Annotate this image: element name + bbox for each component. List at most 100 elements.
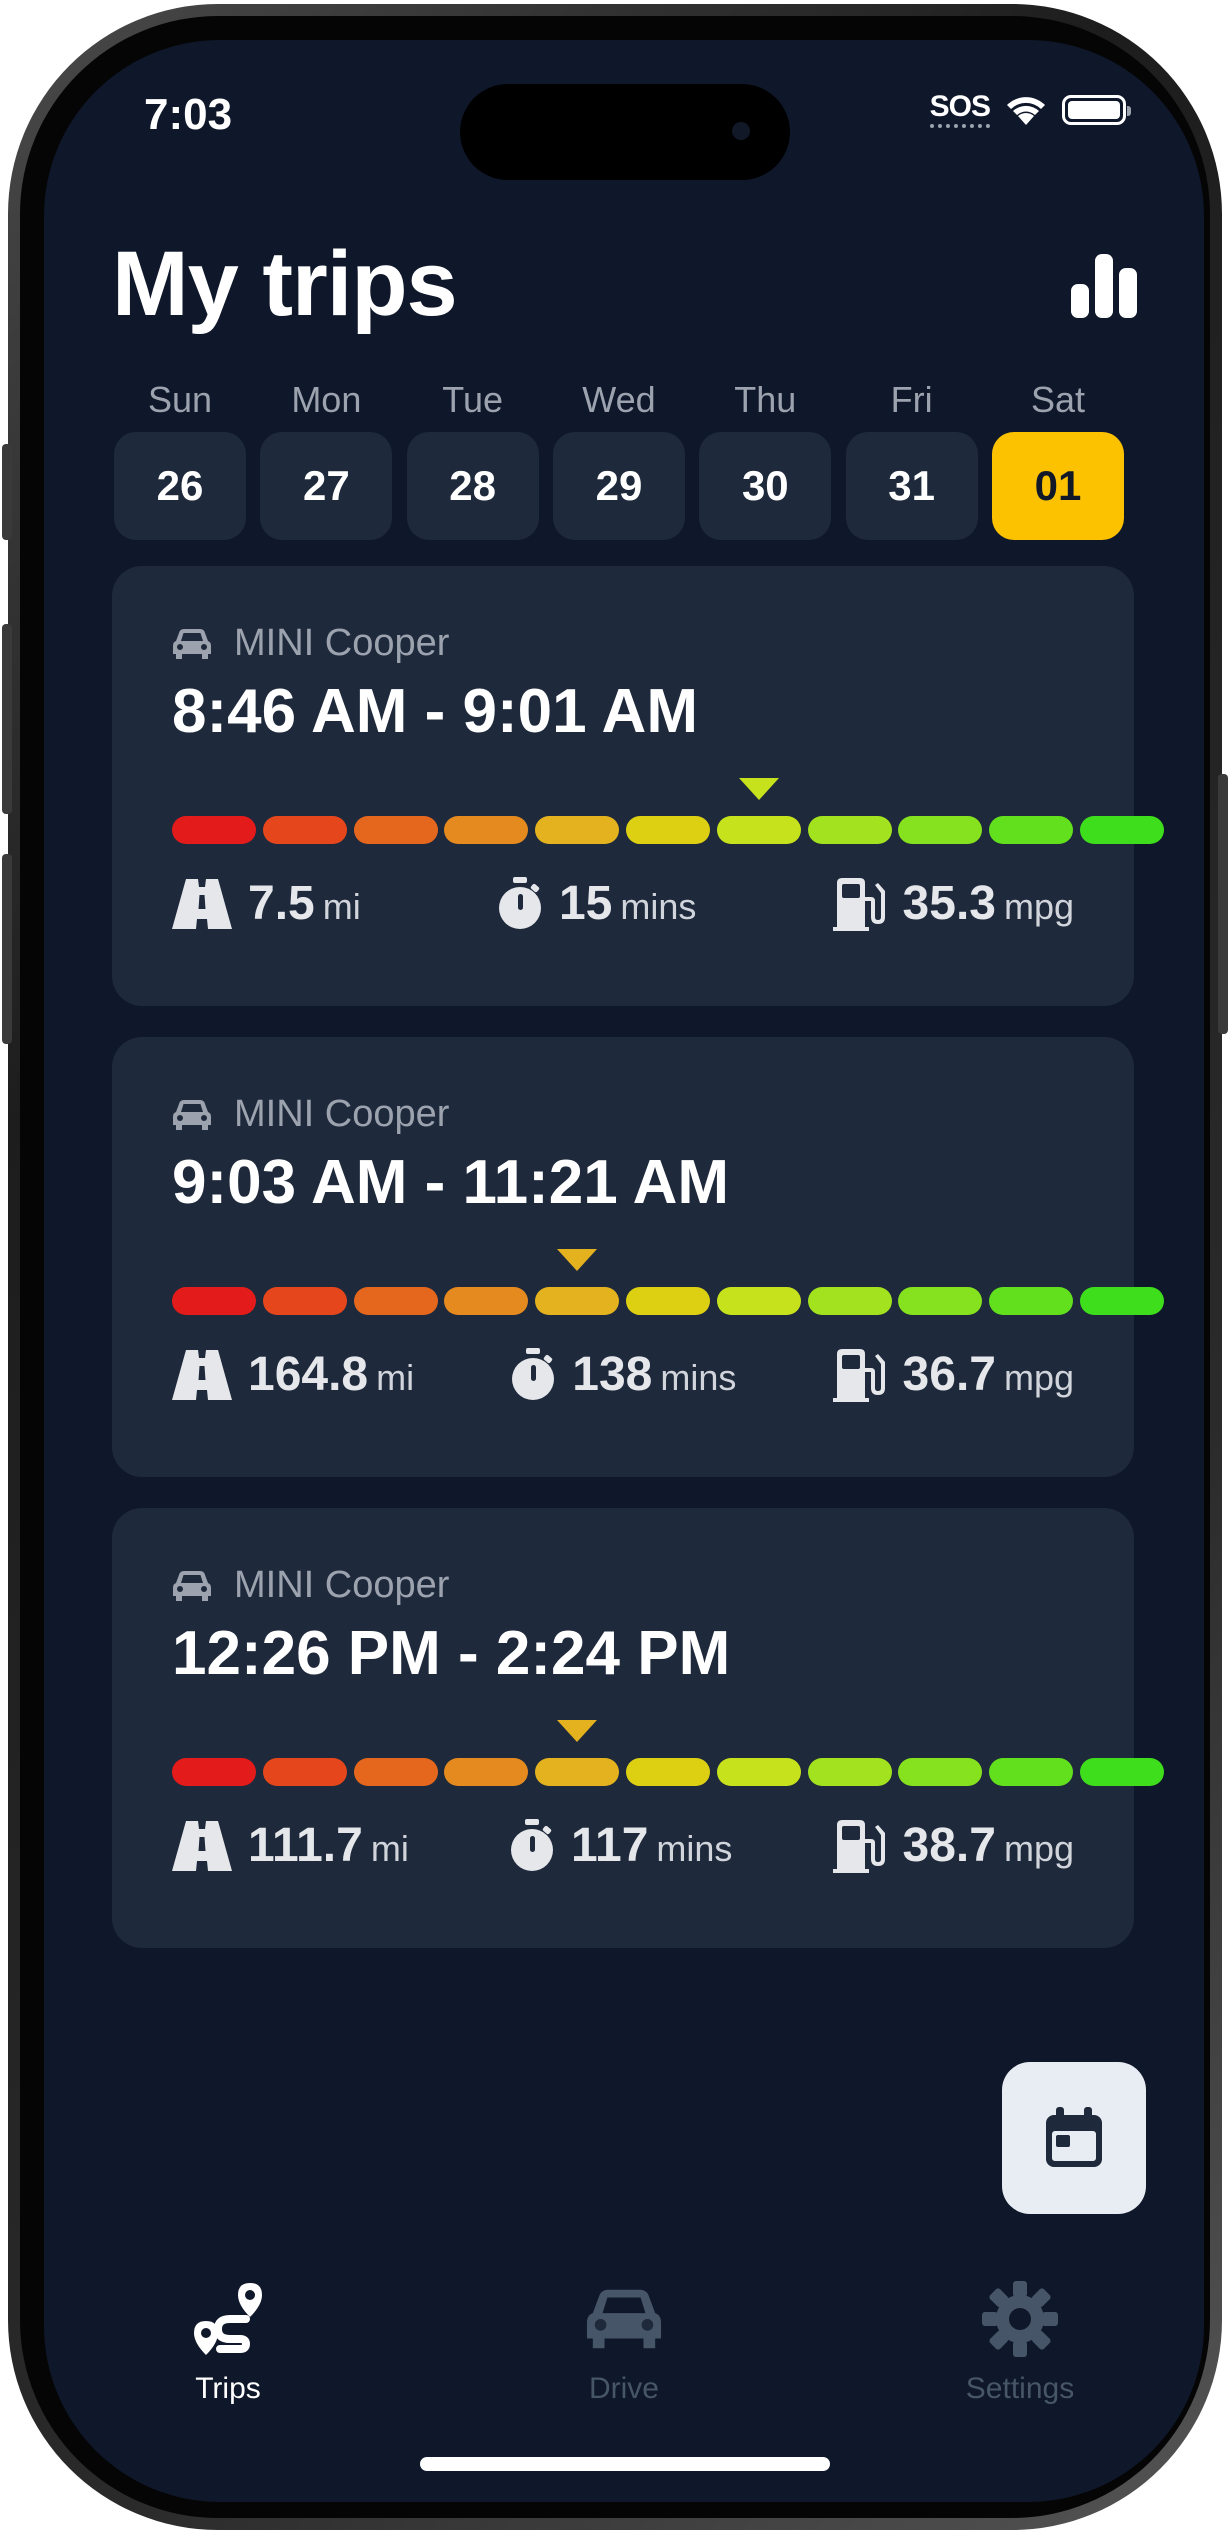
day-date[interactable]: 28 [406, 432, 539, 540]
duration-unit: mins [656, 1828, 733, 1869]
economy-unit: mpg [1003, 886, 1074, 927]
day-sun[interactable]: Sun 26 [114, 376, 246, 540]
distance-unit: mi [322, 886, 361, 927]
stopwatch-icon [509, 1818, 555, 1873]
trip-card[interactable]: MINI Cooper 9:03 AM - 11:21 AM 164.8 mi 138 m… [112, 1037, 1164, 1477]
efficiency-gauge [172, 1249, 1164, 1317]
gear-icon [982, 2280, 1058, 2358]
distance-metric: 164.8 mi [172, 1347, 414, 1402]
page-title: My trips [112, 233, 458, 335]
distance-value: 164.8 [248, 1348, 369, 1401]
stopwatch-icon [497, 876, 543, 931]
efficiency-segment [989, 1287, 1074, 1315]
economy-metric: 38.7 mpg [832, 1818, 1074, 1873]
trip-metrics: 164.8 mi 138 mins 36.7 mpg [172, 1347, 1074, 1402]
vehicle-row: MINI Cooper [172, 1093, 449, 1136]
efficiency-segment [898, 1758, 983, 1786]
trip-card[interactable]: MINI Cooper 8:46 AM - 9:01 AM 7.5 mi 15 mins 3… [112, 566, 1164, 1006]
economy-metric: 36.7 mpg [832, 1347, 1074, 1402]
efficiency-segment [626, 1758, 710, 1786]
economy-unit: mpg [1003, 1828, 1074, 1869]
duration-metric: 117 mins [509, 1818, 732, 1873]
calendar-icon [1046, 2107, 1102, 2167]
efficiency-segment [716, 816, 801, 844]
efficiency-segment [989, 1758, 1074, 1786]
vehicle-row: MINI Cooper [172, 622, 449, 665]
efficiency-segment [535, 1287, 620, 1315]
efficiency-marker [557, 1720, 598, 1742]
fuel-pump-icon [832, 1348, 887, 1402]
silent-switch [2, 444, 12, 540]
road-icon [172, 1349, 232, 1400]
efficiency-segment [353, 1758, 438, 1786]
day-fri[interactable]: Fri 31 [845, 376, 978, 540]
day-wed[interactable]: Wed 29 [552, 376, 685, 540]
vehicle-row: MINI Cooper [172, 1564, 449, 1607]
efficiency-segment [262, 1758, 347, 1786]
day-date[interactable]: 26 [114, 432, 246, 540]
efficiency-segment [444, 816, 529, 844]
day-tue[interactable]: Tue 28 [406, 376, 539, 540]
efficiency-segment [535, 1758, 620, 1786]
day-name: Tue [442, 379, 503, 420]
day-mon[interactable]: Mon 27 [260, 376, 393, 540]
efficiency-segment [898, 816, 983, 844]
vehicle-name: MINI Cooper [234, 622, 450, 664]
calendar-button[interactable] [1002, 2062, 1146, 2214]
efficiency-segment [807, 1758, 892, 1786]
day-date[interactable]: 31 [845, 432, 978, 540]
day-date[interactable]: 01 [991, 432, 1124, 540]
tab-trips[interactable]: Trips [138, 2280, 318, 2406]
day-thu[interactable]: Thu 30 [699, 376, 832, 540]
trip-time-range: 9:03 AM - 11:21 AM [172, 1148, 730, 1217]
efficiency-segment [172, 1287, 256, 1315]
distance-unit: mi [370, 1828, 409, 1869]
screen: 7:03 SOS My trips Sun 26 Mon 27 Tue 28 Wed 29 Th… [44, 40, 1204, 2502]
vehicle-name: MINI Cooper [234, 1093, 450, 1135]
tab-label: Settings [965, 2372, 1075, 2405]
tab-label: Trips [195, 2372, 261, 2405]
stopwatch-icon [510, 1347, 556, 1402]
tab-bar: Trips Drive Settings [44, 2280, 1204, 2406]
efficiency-segment [716, 1287, 801, 1315]
car-icon [172, 628, 212, 660]
day-name: Sat [1030, 379, 1085, 420]
efficiency-gauge [172, 1720, 1164, 1788]
efficiency-segment [353, 816, 438, 844]
stats-button[interactable] [1068, 250, 1140, 322]
route-icon [190, 2280, 266, 2358]
efficiency-segment [444, 1287, 529, 1315]
duration-unit: mins [660, 1357, 737, 1398]
efficiency-segment [626, 816, 710, 844]
efficiency-segment [898, 1287, 983, 1315]
distance-unit: mi [376, 1357, 415, 1398]
economy-metric: 35.3 mpg [832, 876, 1074, 931]
tab-settings[interactable]: Settings [930, 2280, 1110, 2406]
home-indicator[interactable] [420, 2457, 830, 2471]
efficiency-segment [172, 816, 256, 844]
tab-drive[interactable]: Drive [534, 2280, 714, 2406]
trip-card[interactable]: MINI Cooper 12:26 PM - 2:24 PM 111.7 mi 117 m… [112, 1508, 1164, 1948]
day-name: Wed [582, 379, 656, 420]
road-icon [172, 878, 232, 929]
road-icon [172, 1820, 232, 1871]
distance-metric: 111.7 mi [172, 1818, 409, 1873]
day-date[interactable]: 27 [260, 432, 393, 540]
power-button [1218, 774, 1228, 1034]
efficiency-segment [626, 1287, 710, 1315]
efficiency-segment [172, 1758, 256, 1786]
day-date[interactable]: 30 [699, 432, 832, 540]
distance-value: 111.7 [248, 1819, 363, 1872]
duration-value: 117 [570, 1819, 649, 1872]
day-date[interactable]: 29 [552, 432, 685, 540]
efficiency-segment [1080, 1287, 1164, 1315]
trip-metrics: 7.5 mi 15 mins 35.3 mpg [172, 876, 1074, 931]
efficiency-segment [807, 816, 892, 844]
economy-unit: mpg [1003, 1357, 1074, 1398]
efficiency-segment [807, 1287, 892, 1315]
efficiency-segment [262, 1287, 347, 1315]
economy-value: 36.7 [902, 1348, 996, 1401]
battery-icon [1062, 95, 1131, 125]
efficiency-segment [1080, 1758, 1164, 1786]
day-sat[interactable]: Sat 01 [991, 376, 1124, 540]
